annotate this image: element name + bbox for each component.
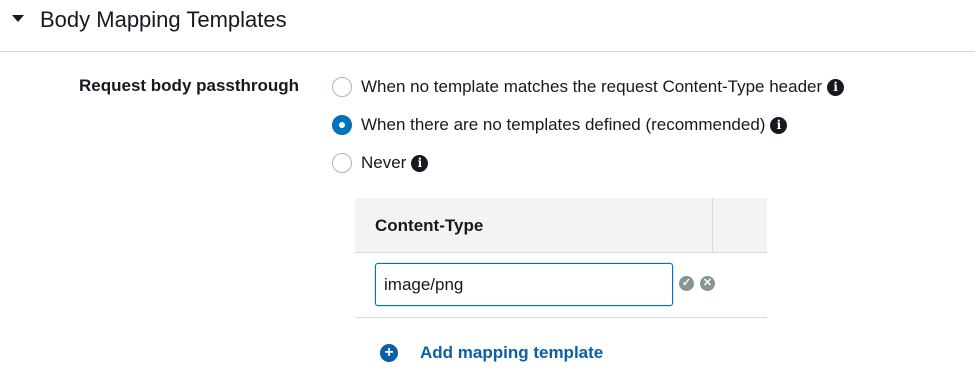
section-header[interactable]: Body Mapping Templates (0, 0, 975, 52)
passthrough-label: Request body passthrough (79, 76, 300, 95)
info-icon[interactable]: i (827, 78, 845, 96)
table-header: Content-Type (355, 198, 767, 253)
radio-button[interactable] (332, 77, 352, 97)
column-divider (712, 198, 713, 253)
radio-button[interactable] (332, 153, 352, 173)
content-type-table: Content-Type ✓ ✕ (355, 198, 767, 318)
radio-option-never[interactable]: Never i (332, 151, 429, 175)
add-mapping-template-label: Add mapping template (420, 343, 604, 362)
plus-circle-icon: + (380, 344, 398, 362)
close-icon[interactable]: ✕ (700, 276, 715, 291)
info-icon[interactable]: i (411, 154, 429, 172)
content-type-input[interactable] (375, 263, 673, 306)
check-icon[interactable]: ✓ (679, 276, 694, 291)
radio-option-no-match[interactable]: When no template matches the request Con… (332, 75, 845, 99)
column-header-content-type: Content-Type (375, 216, 484, 235)
radio-option-no-templates[interactable]: When there are no templates defined (rec… (332, 113, 788, 137)
radio-label: When there are no templates defined (rec… (361, 115, 766, 134)
caret-down-icon[interactable] (12, 15, 24, 22)
radio-label: When no template matches the request Con… (361, 77, 823, 96)
table-row: ✓ ✕ (355, 253, 767, 318)
section-title: Body Mapping Templates (40, 7, 287, 32)
radio-button-selected[interactable] (332, 115, 352, 135)
info-icon[interactable]: i (770, 116, 788, 134)
add-mapping-template-button[interactable]: + Add mapping template (380, 342, 603, 364)
radio-label: Never (361, 153, 407, 172)
